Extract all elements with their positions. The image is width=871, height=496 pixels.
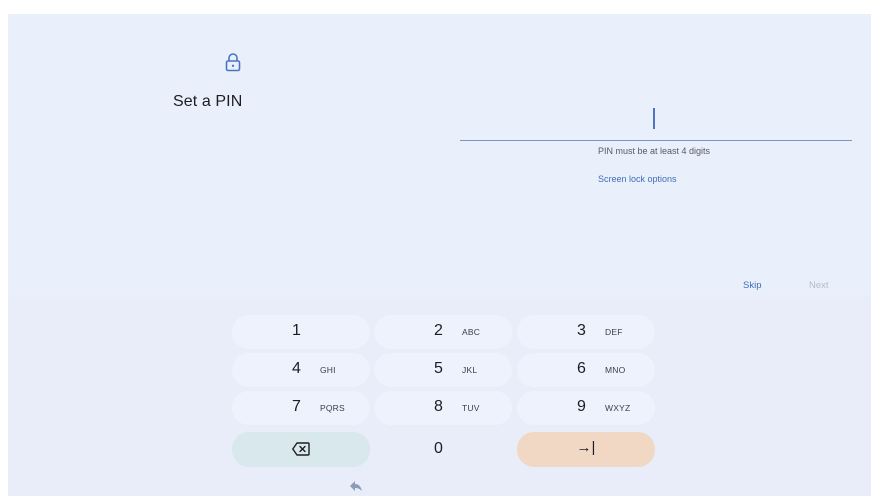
setup-pane: Set a PIN PIN must be at least 4 digits … xyxy=(8,14,871,297)
back-icon[interactable] xyxy=(349,480,363,492)
key-0[interactable]: 0 xyxy=(374,432,512,467)
page-title: Set a PIN xyxy=(173,93,243,110)
key-letters: GHI xyxy=(320,365,336,375)
key-letters: ABC xyxy=(462,327,481,337)
key-letters: MNO xyxy=(605,365,626,375)
key-9[interactable]: 9 WXYZ xyxy=(517,391,655,425)
key-letters: PQRS xyxy=(320,403,345,413)
key-digit: 4 xyxy=(292,360,301,377)
key-letters: JKL xyxy=(462,365,478,375)
key-8[interactable]: 8 TUV xyxy=(374,391,512,425)
key-digit: 9 xyxy=(577,398,586,415)
key-1[interactable]: 1 xyxy=(232,315,370,349)
key-digit: 1 xyxy=(292,322,301,339)
pin-setup-screen: Set a PIN PIN must be at least 4 digits … xyxy=(8,14,871,496)
key-digit: 7 xyxy=(292,398,301,415)
key-digit: 0 xyxy=(434,440,443,457)
enter-icon: →| xyxy=(576,439,596,456)
key-2[interactable]: 2 ABC xyxy=(374,315,512,349)
skip-button[interactable]: Skip xyxy=(743,280,761,291)
next-button[interactable]: Next xyxy=(809,280,829,291)
pin-input[interactable] xyxy=(460,106,852,141)
key-3[interactable]: 3 DEF xyxy=(517,315,655,349)
enter-key[interactable]: →| xyxy=(517,432,655,467)
key-letters: DEF xyxy=(605,327,623,337)
key-4[interactable]: 4 GHI xyxy=(232,353,370,387)
key-letters: WXYZ xyxy=(605,403,631,413)
backspace-icon xyxy=(292,442,310,456)
numeric-keypad: 1 2 ABC 3 DEF 4 GHI 5 JKL 6 MNO 7 PQRS 8 xyxy=(8,297,871,496)
key-6[interactable]: 6 MNO xyxy=(517,353,655,387)
screen-lock-options-button[interactable]: Screen lock options xyxy=(598,174,677,184)
pin-hint: PIN must be at least 4 digits xyxy=(597,146,711,156)
lock-icon xyxy=(225,53,241,72)
key-digit: 5 xyxy=(434,360,443,377)
key-digit: 8 xyxy=(434,398,443,415)
key-digit: 6 xyxy=(577,360,586,377)
text-cursor xyxy=(653,108,655,129)
delete-key[interactable] xyxy=(232,432,370,467)
key-5[interactable]: 5 JKL xyxy=(374,353,512,387)
key-digit: 2 xyxy=(434,322,443,339)
key-letters: TUV xyxy=(462,403,480,413)
key-digit: 3 xyxy=(577,322,586,339)
key-7[interactable]: 7 PQRS xyxy=(232,391,370,425)
